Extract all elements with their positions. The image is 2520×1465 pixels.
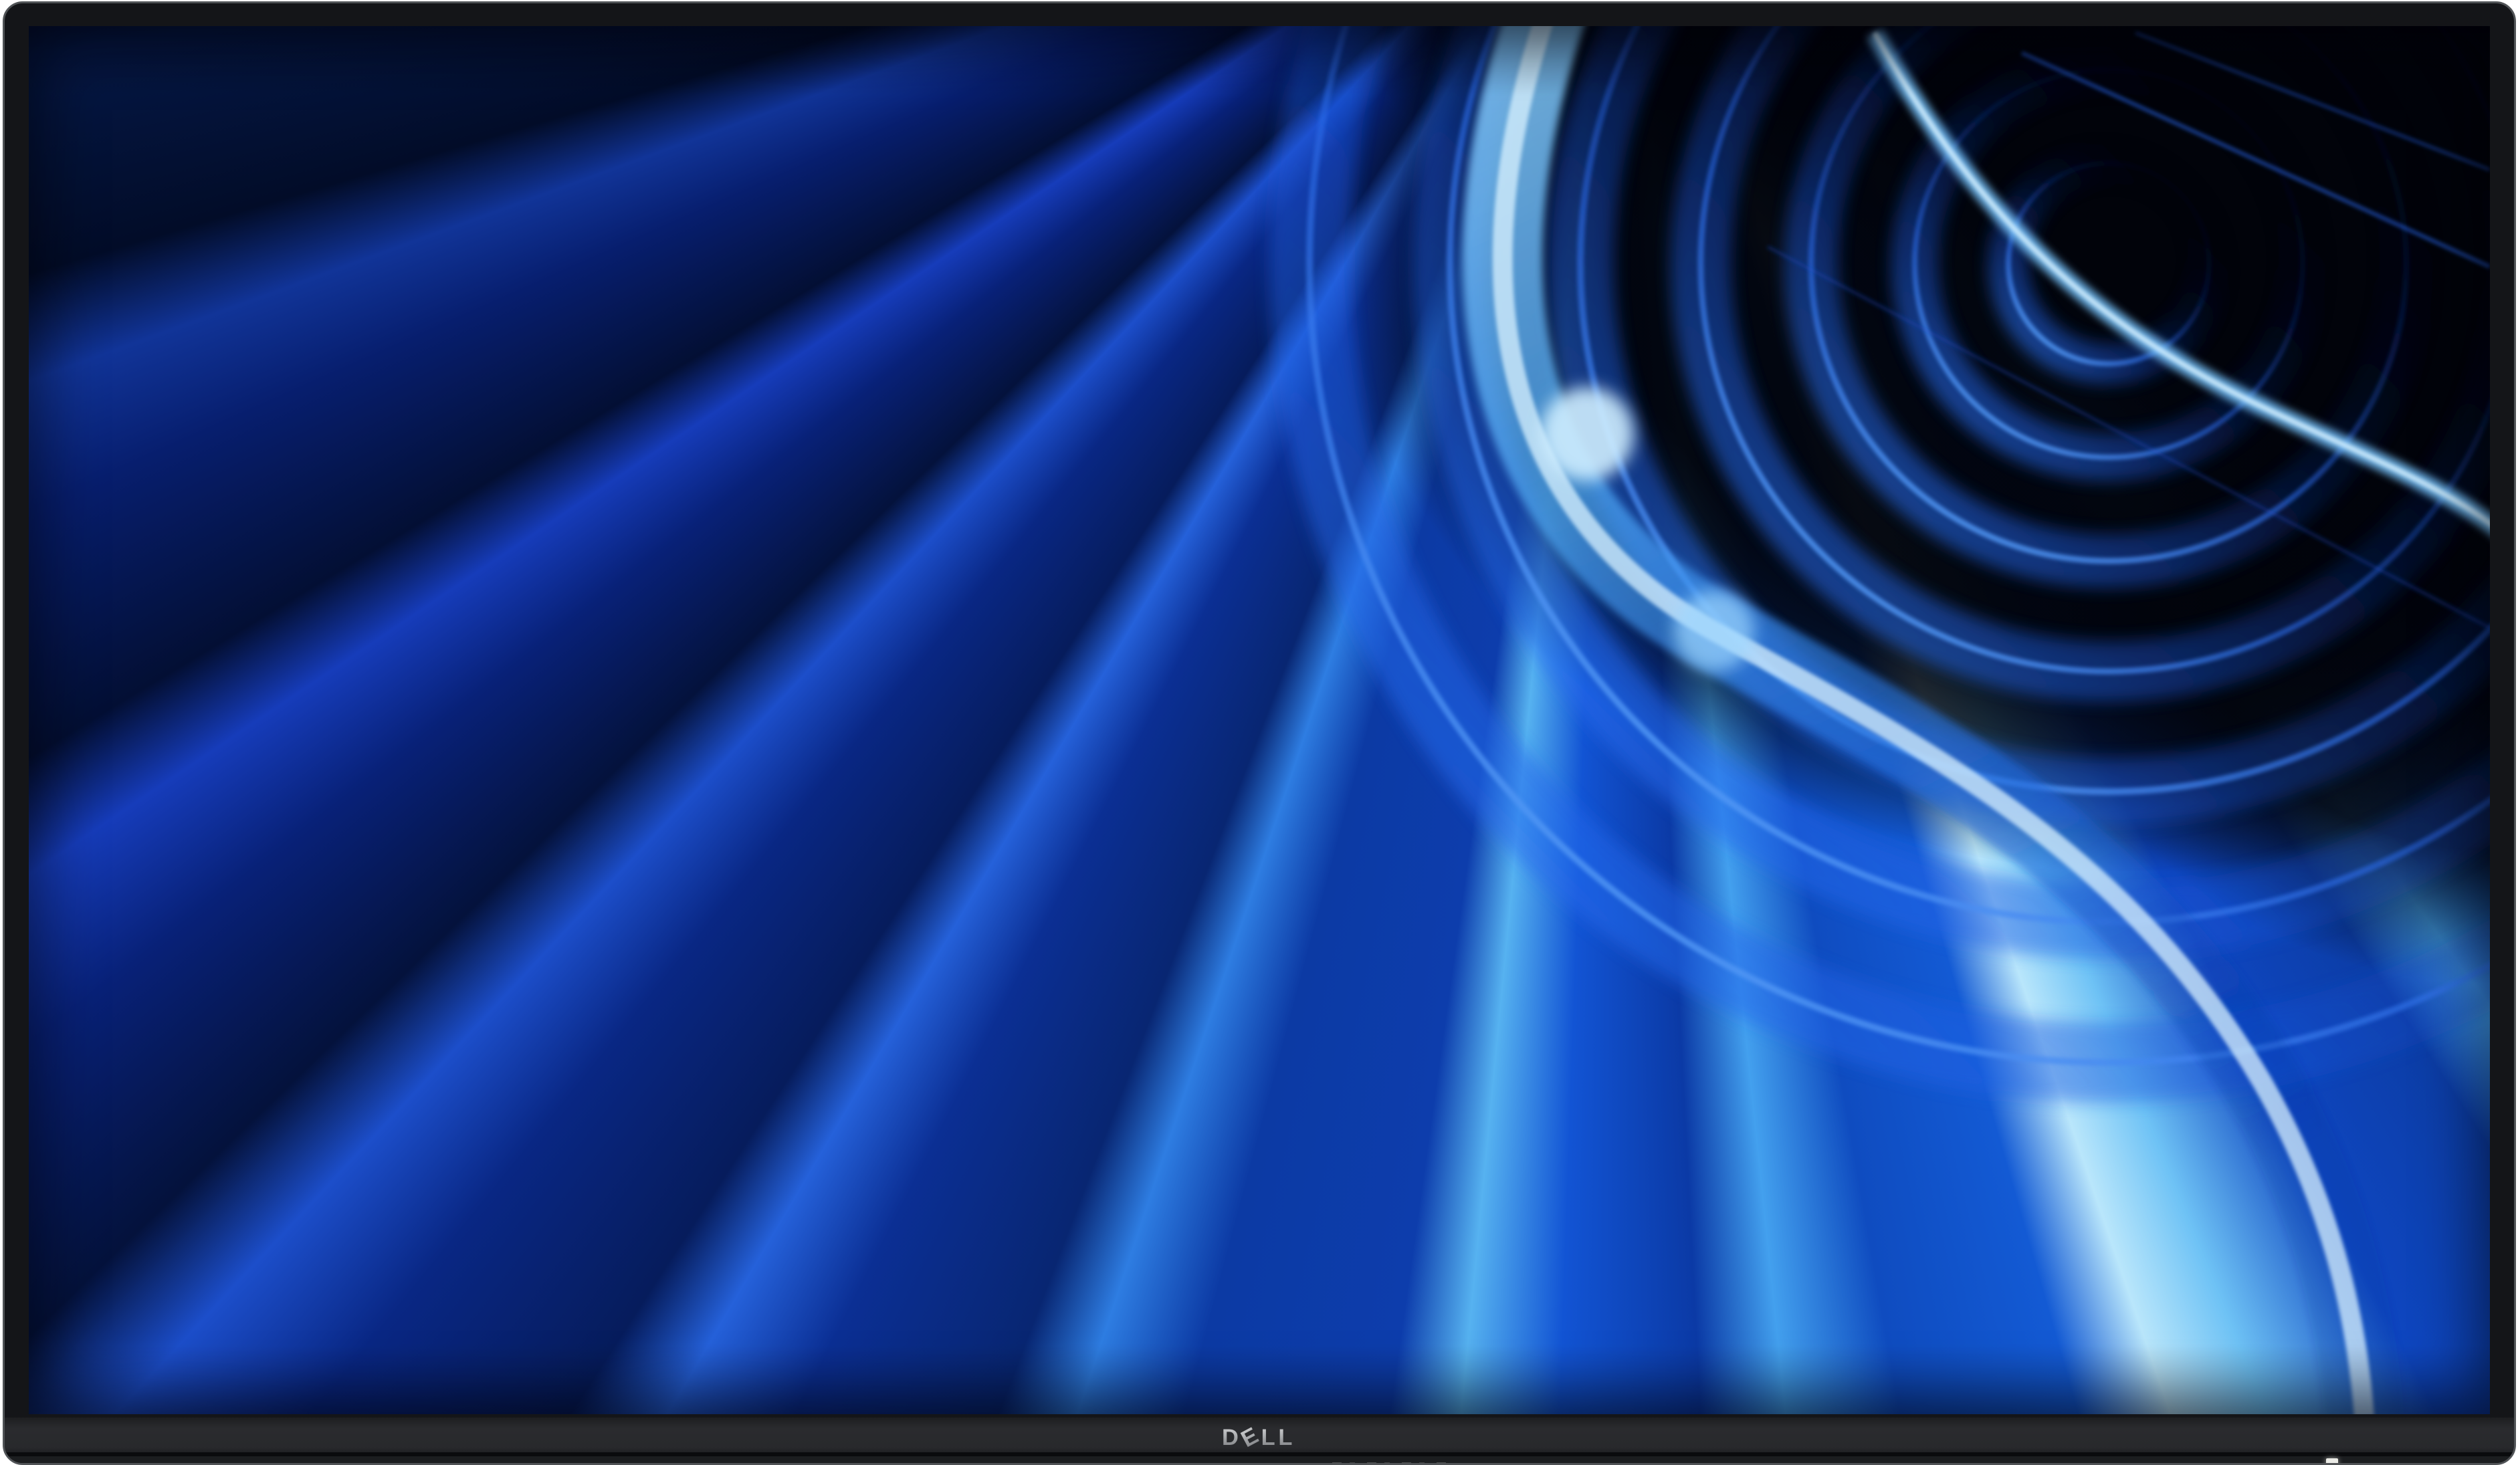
screen-panel <box>29 26 2490 1414</box>
monitor-frame: D E L L <box>3 1 2516 1465</box>
power-led-light <box>2326 1458 2338 1465</box>
product-photo-stage: D E L L <box>0 0 2520 1465</box>
logo-letter-d: D <box>1222 1425 1239 1449</box>
logo-letter-l1: L <box>1261 1425 1275 1449</box>
dell-logo: D E L L <box>1222 1424 1297 1449</box>
logo-letter-e-tilted: E <box>1237 1424 1263 1449</box>
power-led-indicator <box>2326 1458 2338 1465</box>
logo-letter-l2: L <box>1278 1425 1292 1449</box>
bottom-edge-strip <box>5 1456 2514 1463</box>
screen-vignette <box>29 26 2490 1414</box>
regulatory-marks <box>1332 1462 1453 1465</box>
